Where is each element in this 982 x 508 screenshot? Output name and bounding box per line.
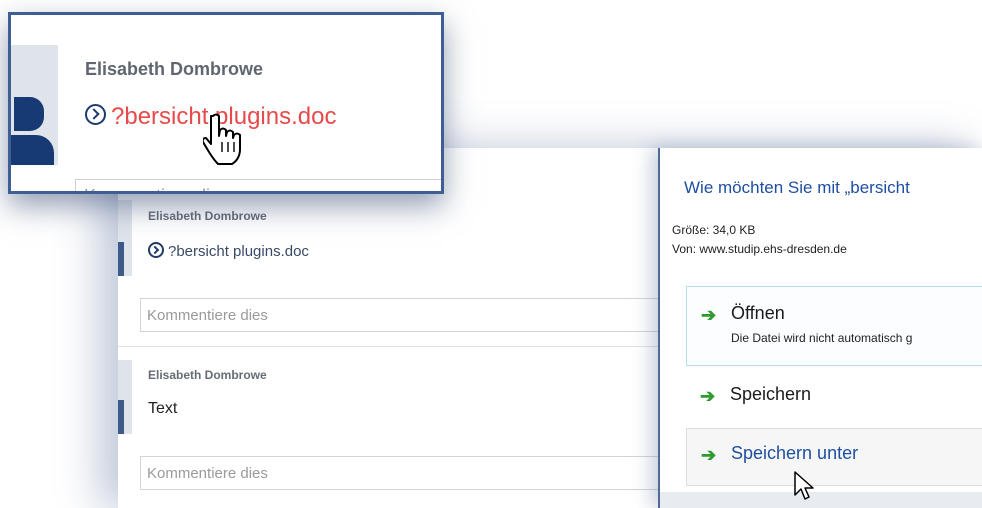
avatar — [11, 45, 58, 165]
open-label[interactable]: Öffnen — [731, 303, 785, 324]
chevron-circle-icon — [85, 104, 106, 125]
post-author: Elisabeth Dombrowe — [148, 368, 267, 382]
file-source: Von: www.studip.ehs-dresden.de — [672, 242, 847, 256]
avatar — [118, 360, 132, 434]
green-arrow-icon: ➔ — [700, 386, 716, 406]
avatar — [118, 200, 132, 276]
comment-input[interactable]: Kommentiere dies — [140, 456, 660, 490]
download-dialog: Wie möchten Sie mit „bersicht Größe: 34,… — [658, 148, 982, 508]
avatar-body — [11, 135, 54, 165]
save-as-label[interactable]: Speichern unter — [731, 443, 858, 464]
post-author: Elisabeth Dombrowe — [85, 59, 264, 79]
open-description: Die Datei wird nicht automatisch g — [731, 331, 913, 345]
comment-input[interactable]: Kommentiere dies — [140, 298, 660, 332]
save-option[interactable]: ➔ Speichern — [686, 370, 982, 422]
file-size: Größe: 34,0 KB — [672, 223, 756, 237]
comment-input[interactable]: Kommentiere dies — [75, 179, 441, 191]
green-arrow-icon: ➔ — [701, 305, 717, 325]
divider — [118, 346, 658, 347]
hand-pointer-icon — [203, 113, 241, 165]
avatar-head — [14, 97, 44, 131]
arrow-pointer-icon — [794, 471, 814, 500]
post-author: Elisabeth Dombrowe — [148, 209, 267, 223]
open-option[interactable]: ➔ Öffnen Die Datei wird nicht automatisc… — [686, 286, 982, 366]
activity-feed: Elisabeth Dombrowe ?bersicht plugins.doc… — [118, 148, 660, 508]
zoom-callout: Elisabeth Dombrowe ?bersicht plugins.doc… — [8, 12, 444, 194]
dialog-footer — [660, 492, 982, 508]
post-text: Text — [148, 400, 178, 417]
save-label[interactable]: Speichern — [730, 384, 811, 405]
dialog-title: Wie möchten Sie mit „bersicht — [684, 178, 910, 197]
attachment-link-text[interactable]: ?bersicht plugins.doc — [168, 243, 309, 260]
feed-post: Elisabeth Dombrowe Text Kommentiere dies — [118, 348, 660, 508]
save-as-option[interactable]: ➔ Speichern unter — [686, 428, 982, 486]
green-arrow-icon: ➔ — [701, 445, 717, 465]
attachment-link[interactable]: ?bersicht plugins.doc — [148, 242, 309, 260]
chevron-circle-icon — [148, 242, 164, 258]
